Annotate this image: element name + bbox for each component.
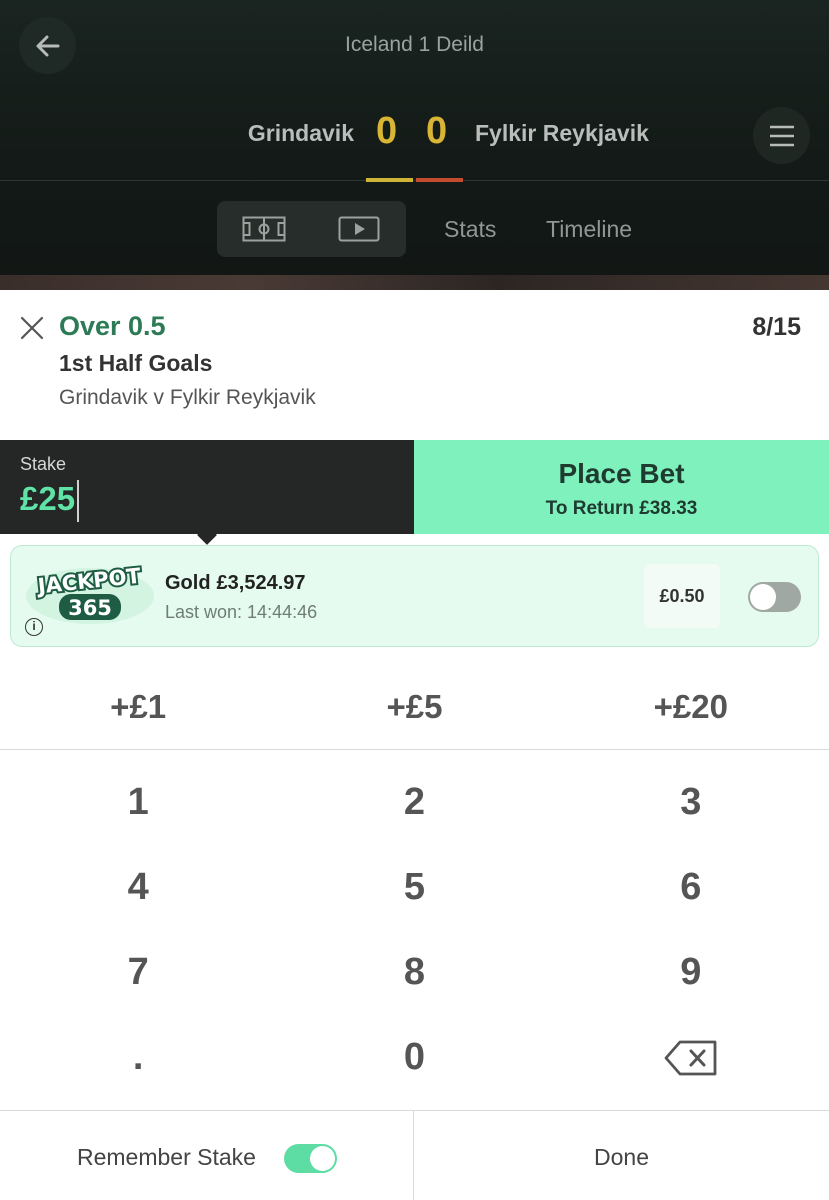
quick-stake-row: +£1 +£5 +£20 bbox=[0, 670, 829, 750]
place-bet-button[interactable]: Place Bet To Return £38.33 bbox=[414, 440, 829, 534]
away-team-name: Fylkir Reykjavik bbox=[475, 120, 649, 146]
header-divider bbox=[0, 180, 829, 181]
close-icon[interactable] bbox=[20, 316, 44, 340]
potential-return: To Return £38.33 bbox=[545, 498, 698, 519]
selection-odds: 8/15 bbox=[752, 313, 801, 341]
key-5[interactable]: 5 bbox=[276, 845, 552, 930]
remember-stake-toggle[interactable] bbox=[284, 1144, 337, 1173]
toggle-knob bbox=[750, 584, 776, 610]
menu-button[interactable] bbox=[753, 107, 810, 164]
text-caret bbox=[77, 480, 80, 523]
selection-market: 1st Half Goals bbox=[59, 350, 213, 376]
key-3[interactable]: 3 bbox=[553, 760, 829, 845]
pitch-view-button[interactable] bbox=[217, 201, 312, 257]
svg-text:365: 365 bbox=[68, 596, 112, 620]
selection-event: Grindavik v Fylkir Reykjavik bbox=[59, 386, 316, 409]
home-team-color-bar bbox=[366, 178, 413, 182]
stake-amount: £25 bbox=[20, 480, 76, 517]
jackpot-last-won: Last won: 14:44:46 bbox=[165, 602, 318, 622]
league-title: Iceland 1 Deild bbox=[345, 33, 484, 56]
jackpot-panel: JACKPOT 365 i Gold £3,524.97 Last won: 14… bbox=[10, 545, 819, 647]
remember-stake: Remember Stake bbox=[0, 1111, 414, 1200]
hamburger-menu-icon bbox=[769, 125, 794, 146]
jackpot-amount: £3,524.97 bbox=[216, 572, 306, 594]
away-team-color-bar bbox=[416, 178, 463, 182]
backspace-icon bbox=[664, 1040, 717, 1075]
jackpot-tier: Gold bbox=[165, 572, 211, 594]
keypad-row: 7 8 9 bbox=[0, 930, 829, 1015]
video-play-icon bbox=[338, 216, 380, 242]
keypad-row: 4 5 6 bbox=[0, 845, 829, 930]
key-9[interactable]: 9 bbox=[553, 930, 829, 1015]
video-view-button[interactable] bbox=[312, 201, 407, 257]
key-1[interactable]: 1 bbox=[0, 760, 276, 845]
jackpot-365-logo: JACKPOT 365 bbox=[26, 562, 154, 624]
stake-label: Stake bbox=[20, 454, 67, 474]
quick-stake-20[interactable]: +£20 bbox=[553, 670, 829, 749]
key-4[interactable]: 4 bbox=[0, 845, 276, 930]
stake-input[interactable]: Stake £25 bbox=[0, 440, 414, 534]
away-score: 0 bbox=[426, 110, 448, 152]
info-icon[interactable]: i bbox=[25, 618, 43, 636]
key-0[interactable]: 0 bbox=[276, 1015, 552, 1100]
key-2[interactable]: 2 bbox=[276, 760, 552, 845]
key-6[interactable]: 6 bbox=[553, 845, 829, 930]
scoreline: Grindavik 0 0 Fylkir Reykjavik bbox=[0, 110, 829, 160]
view-toggle bbox=[217, 201, 406, 257]
place-bet-label: Place Bet bbox=[558, 458, 685, 489]
slip-footer: Remember Stake Done bbox=[0, 1110, 829, 1200]
jackpot-toggle[interactable] bbox=[748, 582, 801, 612]
jackpot-stake: £0.50 bbox=[644, 564, 720, 628]
keypad-row: 1 2 3 bbox=[0, 760, 829, 845]
keypad-row: . 0 bbox=[0, 1015, 829, 1100]
key-8[interactable]: 8 bbox=[276, 930, 552, 1015]
numeric-keypad: 1 2 3 4 5 6 7 8 9 . 0 bbox=[0, 760, 829, 1100]
selection-name: Over 0.5 bbox=[59, 311, 166, 341]
home-team-name: Grindavik bbox=[247, 120, 354, 146]
tab-timeline[interactable]: Timeline bbox=[546, 216, 632, 243]
key-decimal[interactable]: . bbox=[0, 1015, 276, 1100]
home-score: 0 bbox=[376, 110, 398, 152]
stream-preview bbox=[0, 275, 829, 290]
jackpot-title: Gold £3,524.97 bbox=[165, 572, 312, 595]
done-button[interactable]: Done bbox=[414, 1111, 829, 1200]
quick-stake-5[interactable]: +£5 bbox=[276, 670, 552, 749]
toggle-knob bbox=[310, 1146, 335, 1171]
key-7[interactable]: 7 bbox=[0, 930, 276, 1015]
quick-stake-1[interactable]: +£1 bbox=[0, 670, 276, 749]
match-header: Iceland 1 Deild Grindavik 0 0 Fylkir Rey… bbox=[0, 0, 829, 290]
remember-stake-label: Remember Stake bbox=[77, 1144, 256, 1170]
stake-value: £25 bbox=[20, 480, 80, 523]
tab-stats[interactable]: Stats bbox=[444, 216, 496, 243]
backspace-key[interactable] bbox=[553, 1015, 829, 1100]
pitch-icon bbox=[242, 216, 286, 242]
bet-slip: Over 0.5 8/15 1st Half Goals Grindavik v… bbox=[0, 290, 829, 1200]
